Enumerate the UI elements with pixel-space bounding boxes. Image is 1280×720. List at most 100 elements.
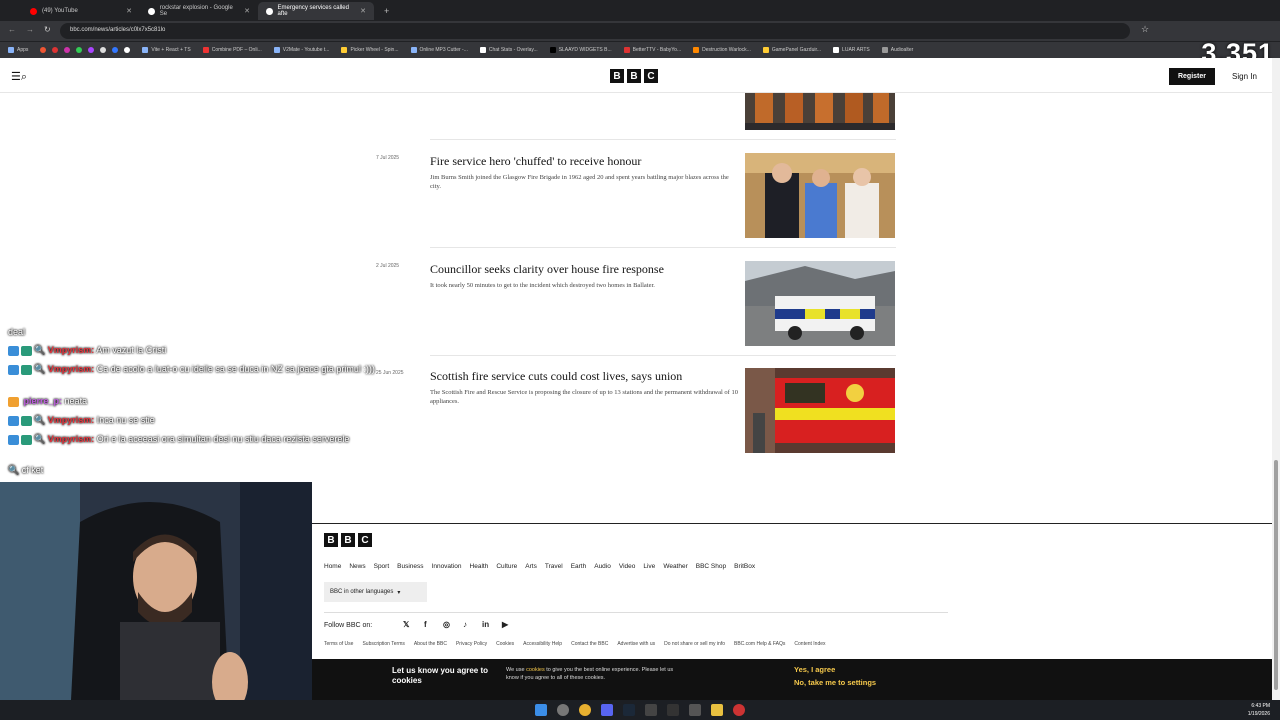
chat-message: 🔍 Vmpyrism: Inca nu se stie — [8, 415, 376, 426]
legal-link[interactable]: Advertise with us — [617, 641, 655, 647]
footer-link[interactable]: Live — [643, 563, 655, 570]
bookmark-item[interactable]: Online MP3 Cutter -... — [410, 47, 468, 53]
article-image[interactable] — [745, 93, 895, 130]
tab-google[interactable]: rockstar explosion - Google Se ✕ — [140, 2, 258, 20]
register-button[interactable]: Register — [1169, 68, 1215, 85]
bookmark-icon[interactable] — [112, 47, 119, 53]
obs-icon[interactable] — [667, 704, 679, 716]
article-title[interactable]: Councillor seeks clarity over house fire… — [430, 262, 664, 277]
footer-link[interactable]: Audio — [594, 563, 611, 570]
bookmark-item[interactable]: GamePanel Gazduir... — [762, 47, 821, 53]
bookmark-item[interactable]: BetterTTV - BabyYo... — [623, 47, 681, 53]
new-tab-button[interactable]: + — [376, 2, 397, 20]
bookmark-item[interactable]: Chat Stats - Overlay... — [479, 47, 538, 53]
footer-link[interactable]: Culture — [496, 563, 517, 570]
legal-link[interactable]: Cookies — [496, 641, 514, 647]
folder-icon[interactable] — [711, 704, 723, 716]
bookmark-item[interactable]: Destruction Warlock... — [693, 47, 751, 53]
badge-icon — [21, 364, 32, 375]
search-icon[interactable] — [557, 704, 569, 716]
bookmark-apps[interactable]: Apps — [8, 47, 28, 53]
forward-icon[interactable]: → — [26, 25, 34, 34]
footer-bbc-logo[interactable]: B B C — [324, 533, 372, 547]
footer-link[interactable]: BritBox — [734, 563, 755, 570]
close-icon[interactable]: ✕ — [126, 7, 132, 15]
chrome-icon[interactable] — [579, 704, 591, 716]
bookmark-icon[interactable] — [88, 47, 95, 53]
cookies-link[interactable]: cookies — [526, 667, 545, 673]
menu-search-icon[interactable]: ☰⌕ — [11, 70, 27, 84]
bookmark-item[interactable]: Audioalter — [881, 47, 913, 53]
tiktok-icon[interactable]: ♪ — [463, 620, 467, 629]
bookmark-icon — [142, 47, 149, 53]
bookmark-item[interactable]: Combine PDF – Onli... — [202, 47, 262, 53]
footer-link[interactable]: Weather — [663, 563, 687, 570]
windows-start-icon[interactable] — [535, 704, 547, 716]
discord-icon[interactable] — [601, 704, 613, 716]
legal-link[interactable]: Privacy Policy — [456, 641, 487, 647]
footer-link[interactable]: Video — [619, 563, 636, 570]
article-image[interactable] — [745, 261, 895, 346]
close-icon[interactable]: ✕ — [360, 7, 366, 15]
star-icon[interactable]: ☆ — [1141, 24, 1149, 35]
app-icon[interactable] — [645, 704, 657, 716]
system-clock[interactable]: 6:43 PM 1/19/2026 — [1248, 702, 1270, 718]
app-icon[interactable] — [689, 704, 701, 716]
footer-link[interactable]: Health — [470, 563, 489, 570]
instagram-icon[interactable]: ◎ — [443, 620, 450, 629]
reload-icon[interactable]: ↻ — [44, 25, 51, 34]
x-icon[interactable]: 𝕏 — [403, 620, 409, 629]
bookmark-item[interactable]: V2Mate - Youtube t... — [273, 47, 329, 53]
bbc-logo[interactable]: B B C — [610, 69, 658, 83]
cookie-agree-button[interactable]: Yes, I agree — [794, 665, 835, 674]
close-icon[interactable]: ✕ — [244, 7, 250, 15]
legal-link[interactable]: Content Index — [794, 641, 825, 647]
legal-link[interactable]: Contact the BBC — [571, 641, 608, 647]
footer-link[interactable]: Innovation — [432, 563, 462, 570]
footer-link[interactable]: Arts — [525, 563, 537, 570]
legal-link[interactable]: BBC.com Help & FAQs — [734, 641, 785, 647]
cookie-settings-button[interactable]: No, take me to settings — [794, 678, 876, 687]
legal-link[interactable]: Subscription Terms — [362, 641, 404, 647]
address-bar[interactable]: bbc.com/news/articles/c0lx7x5c81lo — [60, 23, 1130, 39]
legal-link[interactable]: Accessibility Help — [523, 641, 562, 647]
bookmark-icon[interactable] — [64, 47, 71, 53]
back-icon[interactable]: ← — [8, 25, 16, 34]
footer-link[interactable]: Home — [324, 563, 341, 570]
legal-link[interactable]: Do not share or sell my info — [664, 641, 725, 647]
cookie-text: We use cookies to give you the best onli… — [506, 667, 674, 681]
bookmark-item[interactable]: Picker Wheel - Spin... — [341, 47, 399, 53]
footer-link[interactable]: Earth — [571, 563, 587, 570]
footer-link[interactable]: Business — [397, 563, 423, 570]
bookmark-item[interactable]: LUAR ARTS — [833, 47, 870, 53]
app-icon[interactable] — [733, 704, 745, 716]
legal-link[interactable]: Terms of Use — [324, 641, 353, 647]
article-title[interactable]: Scottish fire service cuts could cost li… — [430, 369, 682, 384]
bookmark-icon[interactable] — [76, 47, 83, 53]
article-image[interactable] — [745, 368, 895, 453]
languages-dropdown[interactable]: BBC in other languages ▾ — [324, 582, 427, 602]
youtube-icon[interactable]: ▶ — [502, 620, 508, 629]
footer-link[interactable]: News — [349, 563, 365, 570]
facebook-icon[interactable]: f — [424, 620, 427, 629]
bookmark-icon — [693, 47, 700, 53]
bookmark-item[interactable]: Vite + React + TS — [142, 47, 191, 53]
signin-link[interactable]: Sign In — [1232, 72, 1257, 81]
legal-link[interactable]: About the BBC — [414, 641, 447, 647]
bookmark-icon[interactable] — [52, 47, 59, 53]
tab-youtube[interactable]: (49) YouTube ✕ — [22, 2, 140, 20]
tab-bbc[interactable]: Emergency services called afte ✕ — [258, 2, 374, 20]
bookmark-icon[interactable] — [40, 47, 47, 53]
linkedin-icon[interactable]: in — [482, 620, 489, 629]
bookmark-icon[interactable] — [100, 47, 107, 53]
steam-icon[interactable] — [623, 704, 635, 716]
bookmarks-bar: Apps Vite + React + TS Combine PDF – Onl… — [0, 42, 1280, 58]
footer-link[interactable]: Sport — [374, 563, 390, 570]
article-title[interactable]: Fire service hero 'chuffed' to receive h… — [430, 154, 641, 169]
bookmark-icon[interactable] — [124, 47, 131, 53]
footer-link[interactable]: Travel — [545, 563, 563, 570]
footer-link[interactable]: BBC Shop — [696, 563, 726, 570]
bookmark-item[interactable]: SLAAYD WIDGETS B... — [549, 47, 612, 53]
article-image[interactable] — [745, 153, 895, 238]
scrollbar-thumb[interactable] — [1274, 460, 1278, 690]
